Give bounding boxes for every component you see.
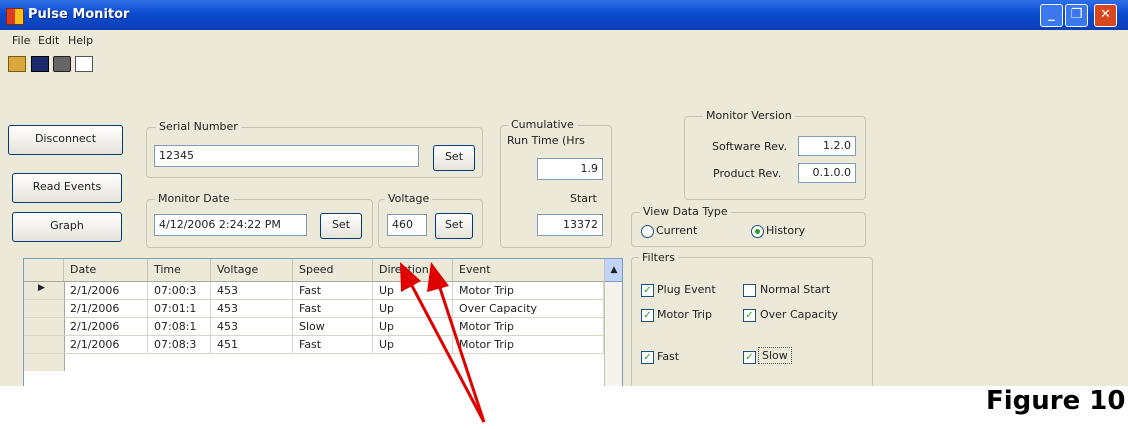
- annotation-arrows: [400, 262, 486, 423]
- figure-label: Figure 10: [986, 386, 1126, 416]
- annotation-arrow-right: [427, 262, 486, 423]
